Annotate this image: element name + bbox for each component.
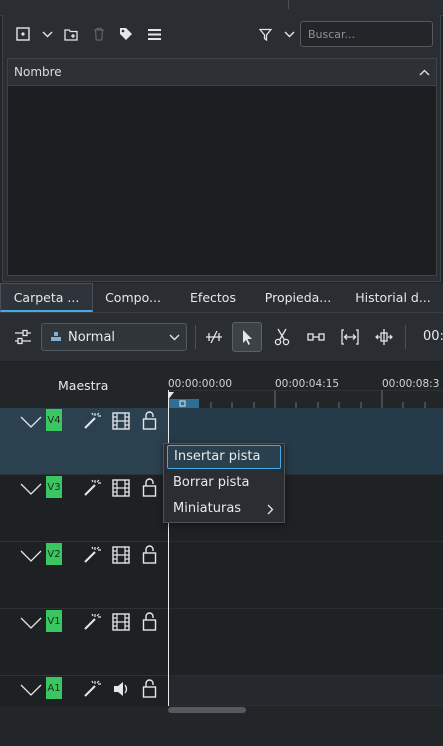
menu-icon[interactable] — [144, 24, 164, 44]
ruler-timecode: 00:00:08:3 — [382, 378, 440, 390]
film-strip-icon[interactable] — [112, 412, 130, 430]
clip-list[interactable]: Nombre — [7, 58, 437, 276]
collapse-chevron-icon[interactable] — [20, 483, 42, 495]
edit-mode-combo[interactable]: Normal — [41, 323, 187, 351]
select-tool-icon[interactable] — [232, 322, 262, 352]
horizontal-scrollbar-thumb[interactable] — [168, 707, 246, 713]
new-folder-icon[interactable] — [61, 24, 81, 44]
film-strip-icon[interactable] — [112, 479, 130, 497]
lock-open-icon[interactable] — [142, 679, 157, 698]
playhead-line — [168, 390, 169, 706]
add-clip-icon[interactable] — [13, 24, 33, 44]
timeline-ruler[interactable]: 00:00:00:00 00:00:04:15 00:00:08:3 — [168, 362, 443, 408]
project-bin-panel: Nombre — [2, 15, 441, 282]
effects-wand-icon[interactable] — [83, 680, 101, 698]
razor-spacer-icon[interactable] — [199, 322, 229, 352]
track-name-badge[interactable]: V3 — [46, 476, 62, 498]
ruler-ticks — [168, 390, 443, 408]
panel-tab-bar: Carpeta ... Compo... Efectos Propieda...… — [0, 283, 443, 313]
collapse-chevron-icon[interactable] — [20, 416, 42, 428]
cut-tool-icon[interactable] — [267, 322, 297, 352]
delete-icon — [89, 24, 109, 44]
collapse-chevron-icon[interactable] — [20, 550, 42, 562]
edit-mode-value: Normal — [68, 329, 116, 345]
collapse-chevron-icon[interactable] — [20, 617, 42, 629]
lock-open-icon[interactable] — [142, 545, 157, 564]
menu-item-delete-track[interactable]: Borrar pista — [167, 471, 281, 495]
track-name-badge[interactable]: V2 — [46, 543, 62, 565]
column-header-name[interactable]: Nombre — [8, 59, 436, 86]
divider — [288, 0, 289, 9]
track-lane-v1[interactable] — [168, 609, 443, 676]
toolbar-separator — [405, 325, 406, 349]
effects-wand-icon[interactable] — [83, 412, 101, 430]
tab-efectos[interactable]: Efectos — [176, 283, 250, 312]
track-name-badge[interactable]: A1 — [46, 677, 62, 699]
effects-wand-icon[interactable] — [83, 479, 101, 497]
timeline-header-corner: Maestra — [0, 362, 168, 408]
spacer-tool-icon[interactable] — [369, 322, 399, 352]
menu-item-insert-track[interactable]: Insertar pista — [167, 445, 281, 469]
chevron-down-icon — [169, 334, 180, 341]
slip-tool-icon[interactable] — [301, 322, 331, 352]
tab-propiedades[interactable]: Propieda... — [256, 283, 340, 312]
track-name-badge[interactable]: V1 — [46, 610, 62, 632]
track-header-v2[interactable]: V2 — [0, 542, 168, 609]
chevron-right-icon — [267, 504, 274, 515]
tab-composiciones[interactable]: Compo... — [93, 283, 173, 312]
master-label[interactable]: Maestra — [58, 378, 108, 393]
ripple-tool-icon[interactable] — [335, 322, 365, 352]
track-lane-v2[interactable] — [168, 542, 443, 609]
track-header-v1[interactable]: V1 — [0, 609, 168, 676]
track-lane-a1[interactable] — [168, 676, 443, 706]
column-header-label: Nombre — [14, 65, 62, 79]
timeline-bottom-area — [0, 714, 443, 746]
mode-icon — [51, 332, 61, 341]
lock-open-icon[interactable] — [142, 411, 157, 430]
filter-icon[interactable] — [255, 24, 275, 44]
sort-chevron-up-icon[interactable] — [419, 69, 430, 76]
track-header-a1[interactable]: A1 — [0, 676, 168, 706]
top-panel-strip — [0, 0, 443, 16]
film-strip-icon[interactable] — [112, 613, 130, 631]
track-context-menu: Insertar pista Borrar pista Miniaturas — [163, 443, 285, 523]
track-header-v3[interactable]: V3 — [0, 475, 168, 542]
toolbar-separator — [195, 325, 196, 349]
film-strip-icon[interactable] — [112, 546, 130, 564]
timecode-display[interactable]: 00: — [423, 329, 443, 344]
timeline-area: Maestra 00:00:00:00 00:00:04:15 00:00:08… — [0, 362, 443, 746]
chevron-down-icon[interactable] — [281, 24, 297, 44]
effects-wand-icon[interactable] — [83, 613, 101, 631]
chevron-down-icon[interactable] — [39, 24, 55, 44]
tab-historial[interactable]: Historial d... — [346, 283, 440, 312]
track-headers: V4 V3 V2 V1 A1 — [0, 408, 168, 706]
search-input[interactable] — [300, 21, 433, 47]
horizontal-scrollbar-track[interactable] — [0, 706, 443, 714]
track-header-v4[interactable]: V4 — [0, 408, 168, 475]
lock-open-icon[interactable] — [142, 478, 157, 497]
speaker-icon[interactable] — [112, 680, 130, 698]
menu-item-thumbnails-label: Miniaturas — [173, 501, 242, 516]
tag-icon[interactable] — [116, 24, 136, 44]
timeline-settings-icon[interactable] — [8, 322, 38, 352]
ruler-timecode: 00:00:04:15 — [275, 378, 340, 390]
timeline-toolbar: Normal 00: — [0, 313, 443, 362]
effects-wand-icon[interactable] — [83, 546, 101, 564]
menu-item-thumbnails[interactable]: Miniaturas — [167, 497, 281, 521]
tab-carpeta[interactable]: Carpeta ... — [0, 283, 93, 312]
track-name-badge[interactable]: V4 — [46, 409, 62, 431]
ruler-timecode: 00:00:00:00 — [168, 378, 233, 390]
collapse-chevron-icon[interactable] — [20, 684, 42, 696]
lock-open-icon[interactable] — [142, 612, 157, 631]
